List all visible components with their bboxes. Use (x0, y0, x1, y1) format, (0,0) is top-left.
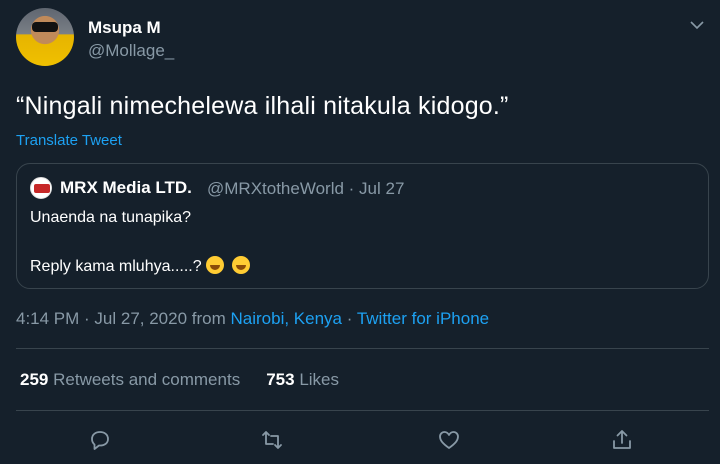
retweet-icon[interactable] (260, 428, 284, 452)
avatar[interactable] (16, 8, 74, 66)
author-handle[interactable]: @Mollage_ (88, 41, 174, 61)
quoted-tweet[interactable]: MRX Media LTD. @MRXtotheWorld · Jul 27 U… (16, 163, 709, 289)
quoted-display-name: MRX Media LTD. (60, 178, 192, 197)
retweets-label: Retweets and comments (53, 370, 241, 389)
rofl-emoji-icon (205, 256, 224, 274)
meta-separator: · (342, 309, 357, 328)
retweets-count: 259 (20, 370, 49, 389)
quoted-text-line2: Reply kama mluhya.....? (30, 256, 250, 276)
tweet-text: “Ningali nimechelewa ilhali nitakula kid… (16, 92, 509, 120)
tweet-actions (0, 424, 720, 458)
likes-count: 753 (266, 370, 295, 389)
likes-label: Likes (299, 370, 339, 389)
retweets-stat[interactable]: 259 Retweets and comments (20, 370, 240, 389)
translate-tweet-link[interactable]: Translate Tweet (16, 132, 122, 149)
timestamp[interactable]: 4:14 PM · Jul 27, 2020 from (16, 309, 231, 328)
likes-stat[interactable]: 753 Likes (266, 370, 339, 389)
divider (16, 410, 709, 411)
divider (16, 348, 709, 349)
quoted-text-line1: Unaenda na tunapika? (30, 209, 192, 226)
share-icon[interactable] (610, 428, 634, 452)
like-icon[interactable] (437, 428, 461, 452)
quoted-avatar (30, 177, 52, 199)
author-display-name[interactable]: Msupa M (88, 18, 161, 38)
quoted-text-line2-text: Reply kama mluhya.....? (30, 258, 202, 275)
tweet-stats: 259 Retweets and comments 753 Likes (20, 370, 339, 390)
chevron-down-icon[interactable] (688, 16, 706, 34)
tweet-header: Msupa M @Mollage_ (16, 8, 706, 70)
reply-icon[interactable] (88, 428, 112, 452)
location-link[interactable]: Nairobi, Kenya (231, 309, 343, 328)
rofl-emoji-icon (231, 256, 250, 274)
source-link[interactable]: Twitter for iPhone (357, 309, 489, 328)
quoted-handle-date: @MRXtotheWorld · Jul 27 (207, 179, 405, 198)
tweet-meta: 4:14 PM · Jul 27, 2020 from Nairobi, Ken… (16, 309, 489, 329)
